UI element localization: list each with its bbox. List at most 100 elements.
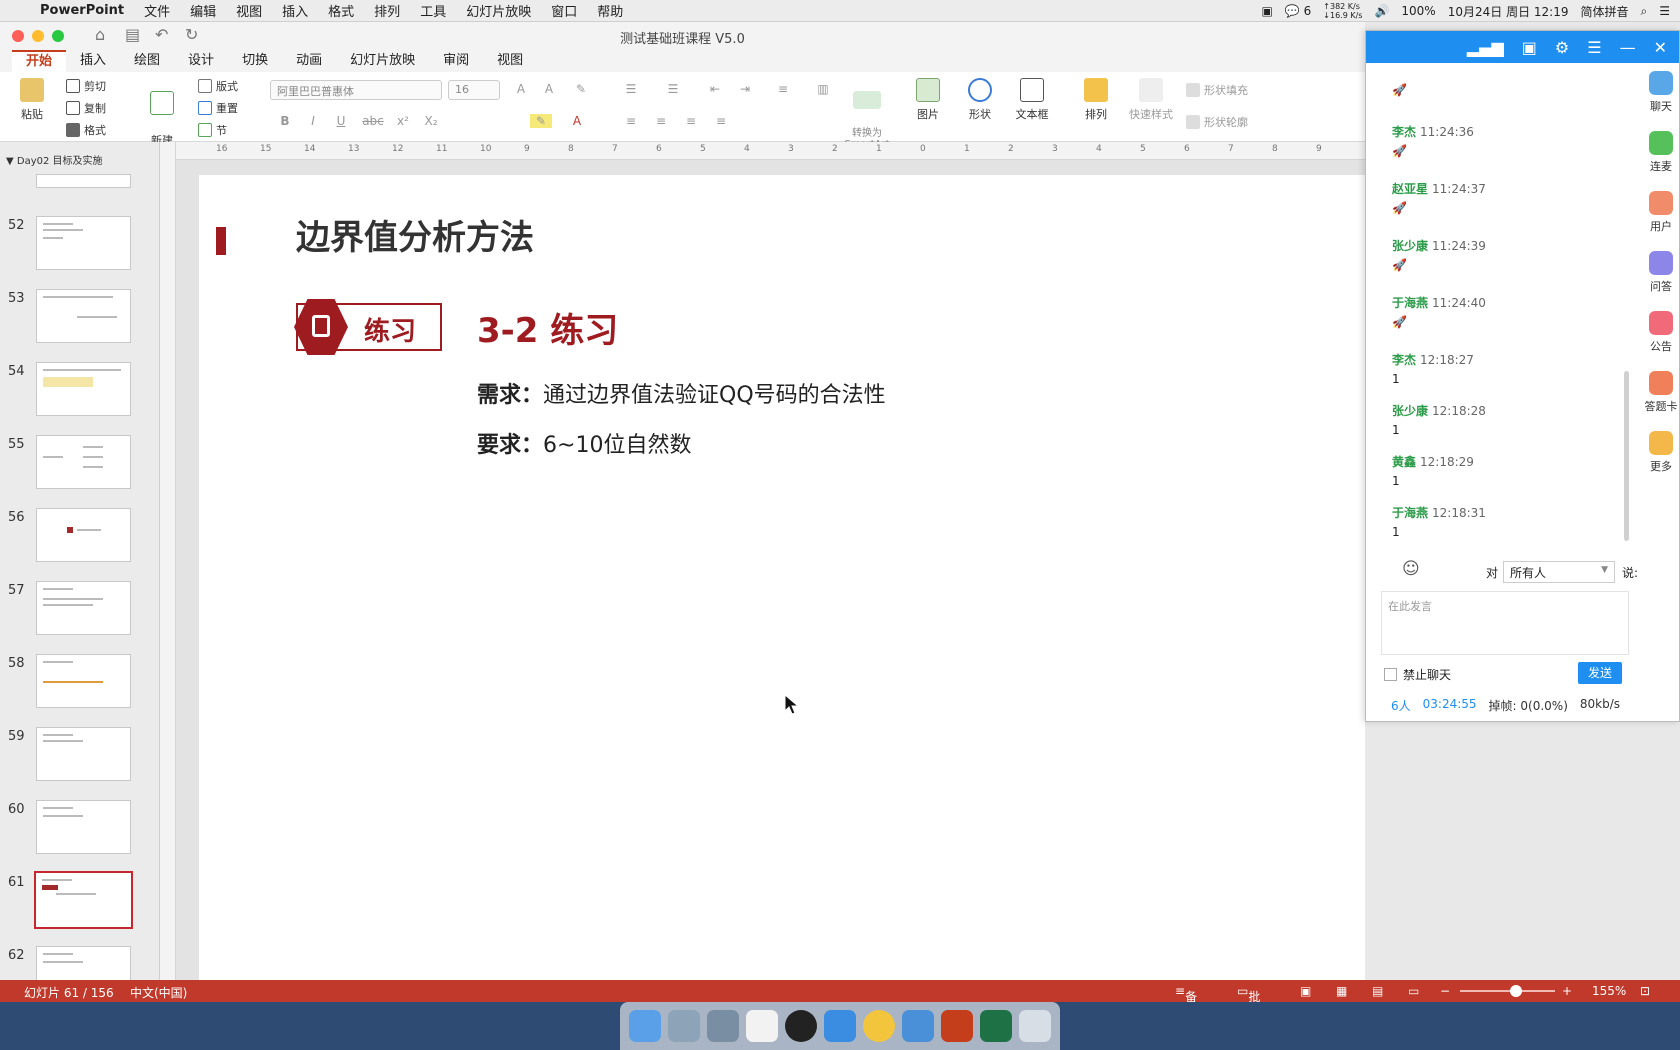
sender-name[interactable]: 张少康 <box>1392 239 1428 253</box>
increase-font-icon[interactable]: A <box>510 82 532 96</box>
slideshow-view-icon[interactable]: ▭ <box>1408 984 1419 998</box>
comments-button[interactable]: ▭ 批注 <box>1237 984 1260 1021</box>
chat-scrollbar[interactable] <box>1624 371 1629 541</box>
tab-insert[interactable]: 插入 <box>66 50 120 72</box>
close-icon[interactable]: ✕ <box>1654 38 1667 57</box>
menu-tools[interactable]: 工具 <box>420 1 446 20</box>
normal-view-icon[interactable]: ▣ <box>1300 984 1311 998</box>
slide-thumbnail-selected[interactable] <box>34 871 133 929</box>
sender-name[interactable]: 李杰 <box>1392 125 1416 139</box>
excel-icon[interactable] <box>979 1010 1012 1042</box>
clock-app-icon[interactable] <box>785 1010 818 1042</box>
chrome-icon[interactable] <box>862 1010 895 1042</box>
slide-canvas[interactable]: 边界值分析方法 练习 3-2 练习 需求：通过边界值法验证QQ号码的合法性 要求… <box>199 175 1365 980</box>
italic-icon[interactable]: I <box>302 114 324 128</box>
menu-edit[interactable]: 编辑 <box>190 1 216 20</box>
powerpoint-icon[interactable] <box>940 1010 973 1042</box>
chat-message-input[interactable]: 在此发言 <box>1381 591 1629 655</box>
camera-icon[interactable]: ▣ <box>1262 4 1273 18</box>
chat-app-icon[interactable] <box>823 1010 856 1042</box>
align-right-icon[interactable]: ≡ <box>680 114 702 128</box>
tab-draw[interactable]: 绘图 <box>120 50 174 72</box>
fit-window-icon[interactable]: ⊡ <box>1640 984 1650 998</box>
copy-button[interactable]: 复制 <box>66 100 106 116</box>
menu-window[interactable]: 窗口 <box>551 1 577 20</box>
input-method[interactable]: 简体拼音 <box>1580 3 1628 20</box>
cloud-app-icon[interactable] <box>901 1010 934 1042</box>
sender-name[interactable]: 赵亚星 <box>1392 182 1428 196</box>
cut-button[interactable]: 剪切 <box>66 78 106 94</box>
recipient-select[interactable]: 所有人 ▼ <box>1503 561 1615 583</box>
exercise-title[interactable]: 3-2 练习 <box>477 303 618 352</box>
tab-design[interactable]: 设计 <box>174 50 228 72</box>
side-link-mic[interactable]: 连麦 <box>1643 131 1679 191</box>
volume-icon[interactable]: 🔊 <box>1374 4 1389 18</box>
bold-icon[interactable]: B <box>274 114 296 128</box>
menu-icon[interactable]: ☰ <box>1587 38 1601 57</box>
zoom-out-icon[interactable]: − <box>1440 984 1450 998</box>
tab-view[interactable]: 视图 <box>483 50 537 72</box>
justify-icon[interactable]: ≡ <box>710 114 732 128</box>
decrease-indent-icon[interactable]: ⇤ <box>704 82 726 96</box>
font-color-icon[interactable]: A <box>566 114 588 128</box>
slide-thumbnail[interactable] <box>36 946 131 980</box>
emoji-icon[interactable]: ☺ <box>1402 559 1420 579</box>
clock[interactable]: 10月24日 周日 12:19 <box>1448 3 1569 20</box>
numbering-icon[interactable]: ☰ <box>662 82 684 96</box>
typora-icon[interactable] <box>746 1010 779 1042</box>
menu-insert[interactable]: 插入 <box>282 1 308 20</box>
shape-button[interactable]: 形状 <box>958 78 1002 122</box>
decrease-font-icon[interactable]: A <box>538 82 560 96</box>
section-header[interactable]: ▼ Day02 目标及实施 <box>6 152 103 167</box>
rocket-app-icon[interactable] <box>707 1010 740 1042</box>
tab-slideshow[interactable]: 幻灯片放映 <box>336 50 429 72</box>
slide-thumbnail[interactable] <box>36 800 131 854</box>
format-painter-button[interactable]: 格式 <box>66 122 106 138</box>
zoom-slider-knob[interactable] <box>1510 985 1522 997</box>
mute-checkbox[interactable] <box>1384 668 1397 681</box>
subscript-icon[interactable]: X₂ <box>420 114 442 128</box>
slide-title[interactable]: 边界值分析方法 <box>296 210 534 259</box>
menu-slideshow[interactable]: 幻灯片放映 <box>466 1 531 20</box>
sender-name[interactable]: 张少康 <box>1392 404 1428 418</box>
notes-button[interactable]: ≡ 备注 <box>1175 984 1197 1021</box>
side-users[interactable]: 用户 <box>1643 191 1679 251</box>
font-size-select[interactable]: 16 <box>448 80 500 100</box>
textbox-button[interactable]: 文本框 <box>1010 78 1054 122</box>
side-more[interactable]: 更多 <box>1643 431 1679 491</box>
screen-icon[interactable]: ▣ <box>1522 38 1537 57</box>
slide-thumbnail[interactable] <box>36 216 131 270</box>
side-notice[interactable]: 公告 <box>1643 311 1679 371</box>
minimize-icon[interactable]: — <box>1620 38 1636 57</box>
trash-icon[interactable] <box>1018 1010 1051 1042</box>
requirement-line-2[interactable]: 要求：6~10位自然数 <box>477 427 691 459</box>
send-button[interactable]: 发送 <box>1578 662 1622 684</box>
finder-icon[interactable] <box>629 1010 662 1042</box>
sorter-view-icon[interactable]: ▦ <box>1336 984 1347 998</box>
slide-thumbnail[interactable] <box>36 581 131 635</box>
zoom-slider[interactable] <box>1460 985 1555 997</box>
tab-animations[interactable]: 动画 <box>282 50 336 72</box>
menu-help[interactable]: 帮助 <box>597 1 623 20</box>
slide-thumbnail[interactable] <box>36 654 131 708</box>
sender-name[interactable]: 于海燕 <box>1392 506 1428 520</box>
slide-thumbnail[interactable] <box>36 508 131 562</box>
gear-icon[interactable]: ⚙ <box>1555 38 1569 57</box>
arrange-button[interactable]: 排列 <box>1074 78 1118 122</box>
reading-view-icon[interactable]: ▤ <box>1372 984 1383 998</box>
convert-smartart-button[interactable]: 转换为 SmartArt <box>838 80 896 150</box>
underline-icon[interactable]: U <box>330 114 352 128</box>
picture-button[interactable]: 图片 <box>906 78 950 122</box>
slide-thumbnail[interactable] <box>36 289 131 343</box>
slide-thumbnail[interactable] <box>36 727 131 781</box>
superscript-icon[interactable]: x² <box>392 114 414 128</box>
launchpad-icon[interactable] <box>668 1010 701 1042</box>
paste-button[interactable]: 粘贴 <box>10 78 54 122</box>
zoom-level[interactable]: 155% <box>1592 984 1626 998</box>
app-name-menu[interactable]: PowerPoint <box>40 3 124 18</box>
tab-home[interactable]: 开始 <box>12 50 67 72</box>
columns-icon[interactable]: ▥ <box>812 82 834 96</box>
sender-name[interactable]: 黄鑫 <box>1392 455 1416 469</box>
menu-file[interactable]: 文件 <box>144 1 170 20</box>
align-center-icon[interactable]: ≡ <box>650 114 672 128</box>
